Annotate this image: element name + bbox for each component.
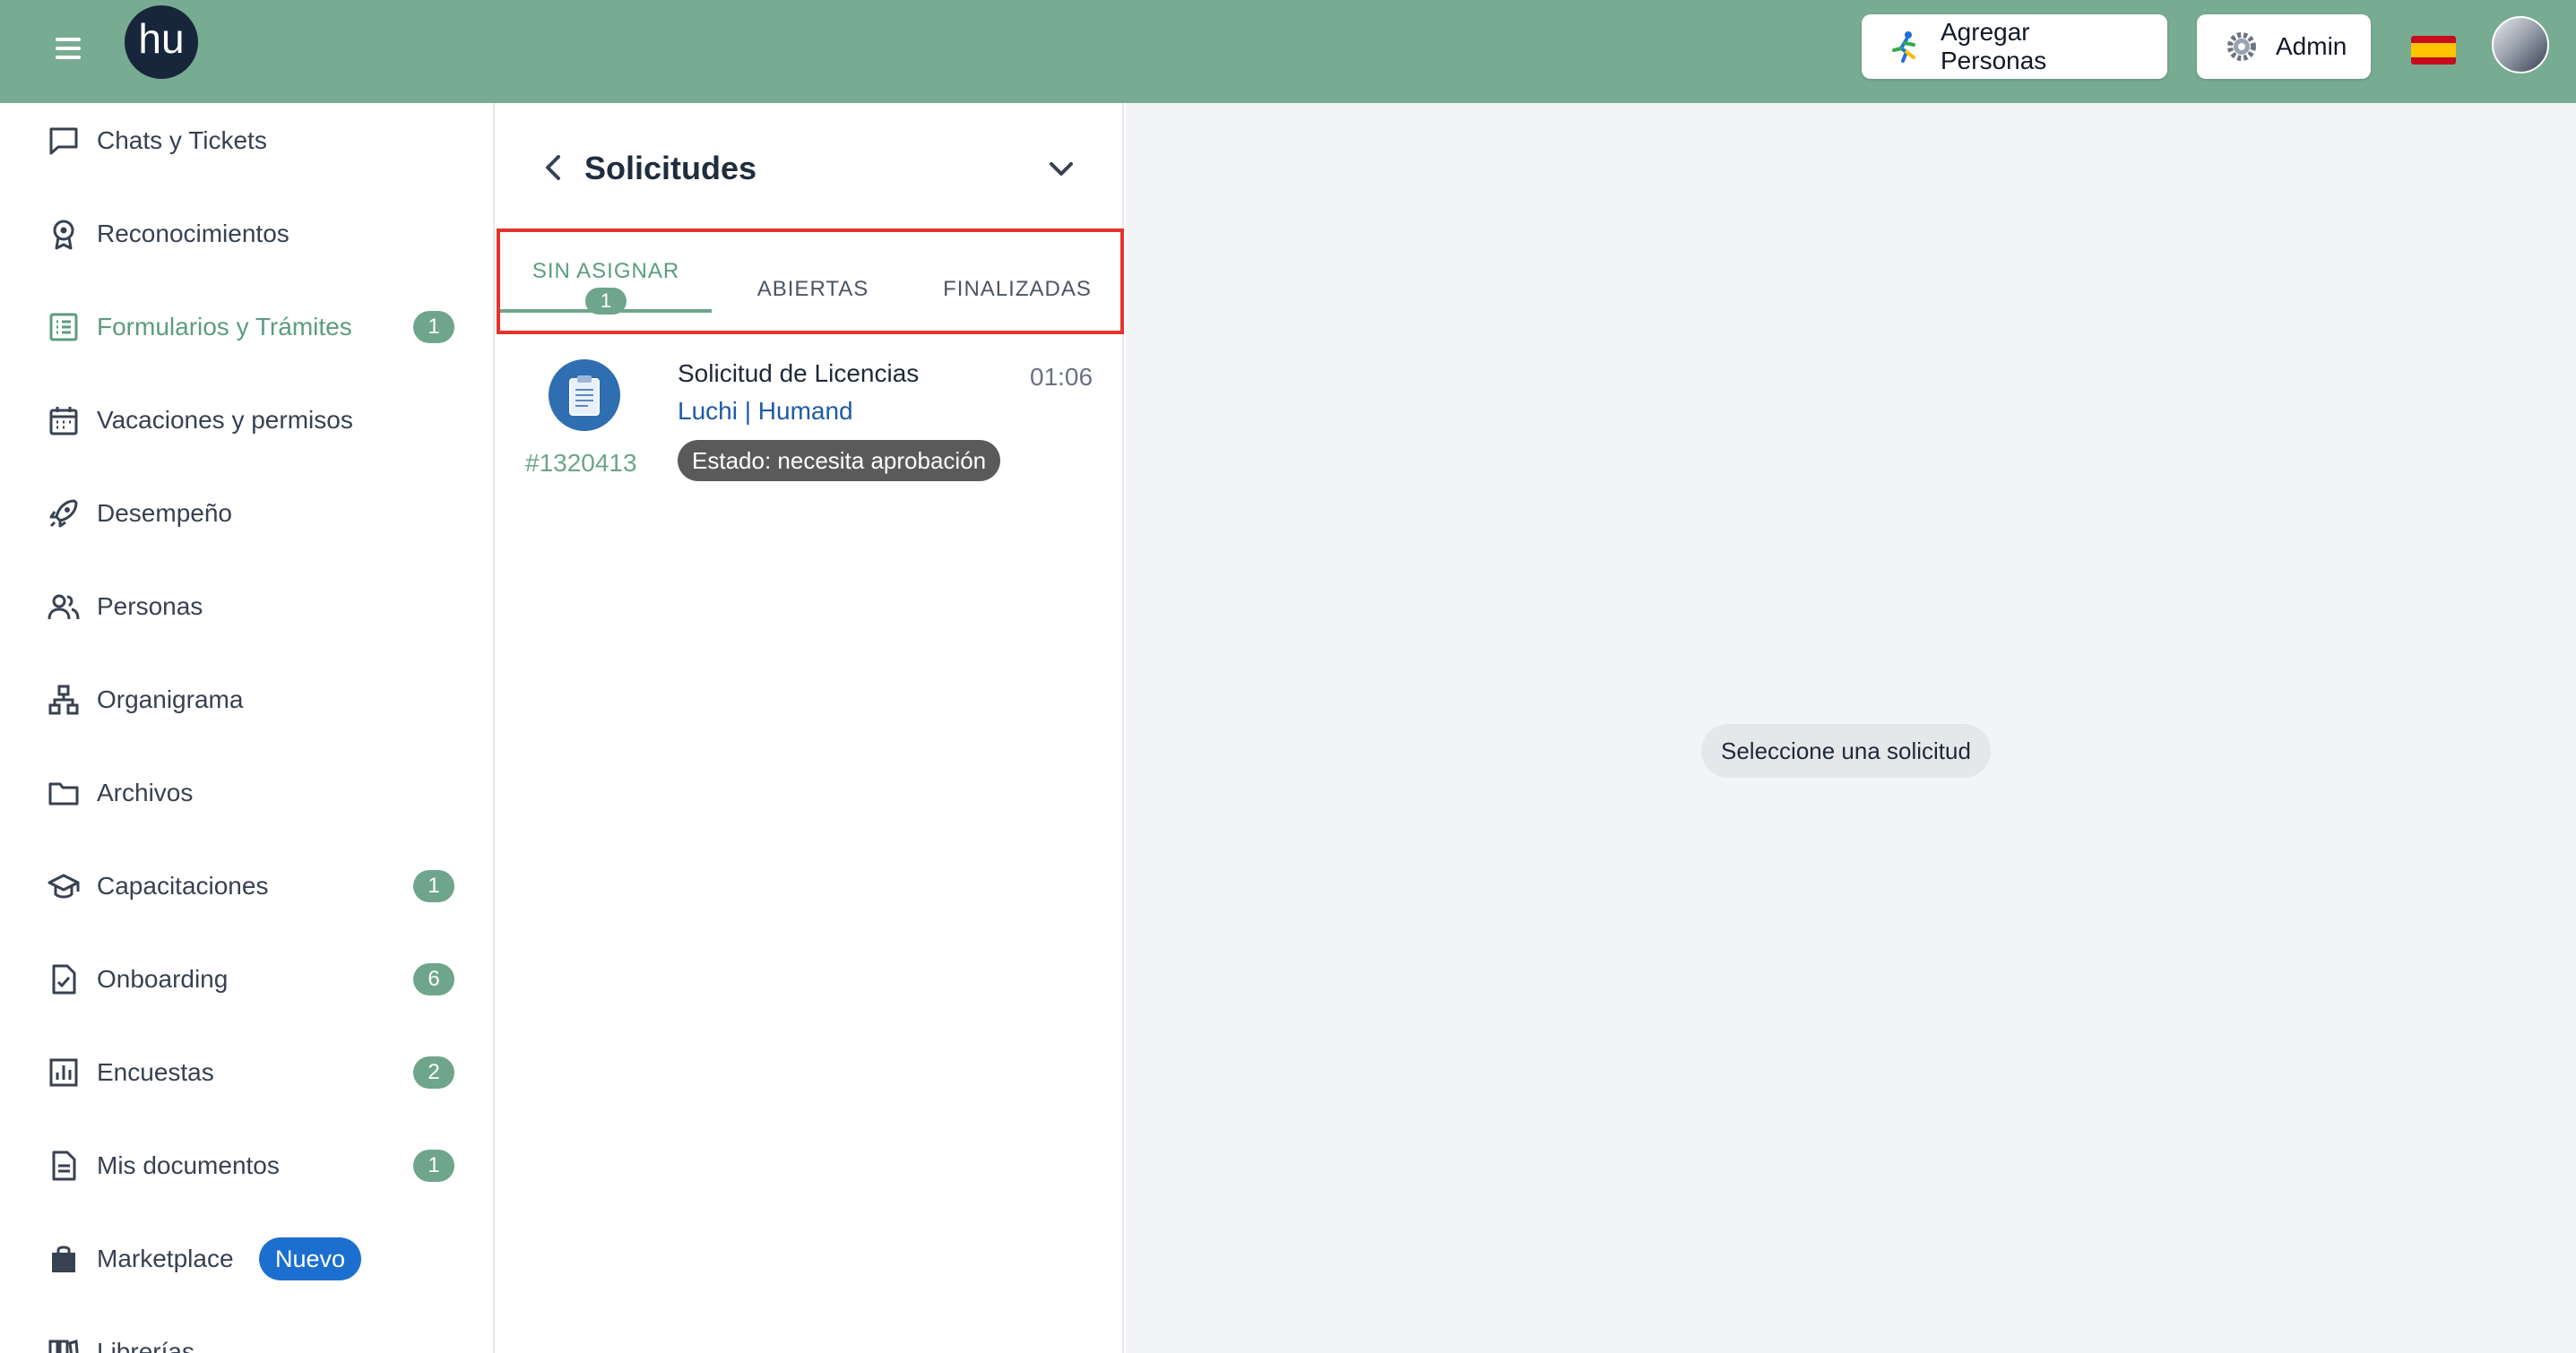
empty-state-message: Seleccione una solicitud (1701, 724, 1991, 778)
add-people-button[interactable]: Agregar Personas (1862, 14, 2167, 79)
requests-panel: Solicitudes SIN ASIGNAR 1 ABIERTAS FINAL… (497, 103, 1124, 1353)
sidebar-item-label: Mis documentos (97, 1151, 280, 1179)
graduation-cap-icon (47, 869, 81, 903)
tab-label: ABIERTAS (756, 277, 869, 301)
rocket-icon (47, 496, 81, 530)
active-tab-indicator (500, 309, 712, 313)
request-list-item[interactable]: #1320413 Solicitud de Licencias Luchi | … (497, 345, 1124, 488)
admin-label: Admin (2276, 32, 2347, 60)
page-title: Solicitudes (584, 150, 757, 186)
add-people-label: Agregar Personas (1941, 18, 2047, 74)
admin-button[interactable]: Admin (2197, 14, 2371, 79)
document-icon (47, 1149, 81, 1183)
form-list-icon (47, 310, 81, 344)
request-time: 01:06 (1030, 363, 1094, 391)
sidebar-item-label: Formularios y Trámites (97, 313, 352, 340)
sidebar-item-label: Encuestas (97, 1058, 214, 1086)
user-avatar[interactable] (2492, 16, 2549, 73)
sidebar-item-formularios[interactable]: Formularios y Trámites 1 (0, 291, 493, 363)
sidebar: Chats y Tickets Reconocimientos Formular… (0, 103, 495, 1353)
sidebar-item-librerias[interactable]: Librerías (0, 1316, 493, 1353)
notification-badge: 2 (413, 1056, 454, 1089)
sidebar-item-label: Chats y Tickets (97, 126, 267, 154)
sidebar-item-label: Capacitaciones (97, 872, 269, 900)
document-check-icon (47, 962, 81, 996)
sidebar-item-label: Librerías (97, 1338, 194, 1353)
sidebar-item-label: Onboarding (97, 965, 229, 993)
request-title: Solicitud de Licencias (678, 359, 920, 387)
shopping-bag-icon (47, 1242, 81, 1276)
gear-icon (2224, 29, 2260, 65)
requests-header: Solicitudes (497, 103, 1124, 228)
sidebar-item-label: Archivos (97, 779, 194, 806)
sidebar-item-label: Vacaciones y permisos (97, 406, 353, 434)
sidebar-item-label: Reconocimientos (97, 220, 290, 247)
request-requester[interactable]: Luchi | Humand (678, 397, 853, 426)
tab-sin-asignar[interactable]: SIN ASIGNAR 1 (500, 232, 712, 331)
sidebar-item-marketplace[interactable]: Marketplace Nuevo (0, 1223, 493, 1295)
chevron-down-icon[interactable] (1043, 151, 1079, 187)
running-person-icon (1889, 29, 1924, 65)
folder-icon (47, 776, 81, 810)
menu-icon[interactable] (47, 27, 90, 70)
top-bar: hu Agregar Personas Admin (0, 0, 2576, 103)
sidebar-item-organigrama[interactable]: Organigrama (0, 664, 493, 736)
sidebar-item-vacaciones[interactable]: Vacaciones y permisos (0, 384, 493, 456)
notification-badge: 1 (413, 1150, 454, 1182)
clipboard-icon (549, 359, 620, 431)
library-icon (47, 1335, 81, 1353)
new-badge: Nuevo (259, 1237, 362, 1280)
sidebar-item-reconocimientos[interactable]: Reconocimientos (0, 198, 493, 270)
org-chart-icon (47, 683, 81, 717)
sidebar-item-mis-documentos[interactable]: Mis documentos 1 (0, 1130, 493, 1202)
bar-chart-icon (47, 1056, 81, 1090)
request-detail-area: Seleccione una solicitud (1126, 103, 2576, 1353)
tab-finalizadas[interactable]: FINALIZADAS (914, 232, 1120, 331)
sidebar-item-chats[interactable]: Chats y Tickets (0, 105, 493, 177)
people-icon (47, 590, 81, 624)
calendar-icon (47, 403, 81, 437)
sidebar-item-archivos[interactable]: Archivos (0, 757, 493, 829)
request-id: #1320413 (525, 449, 637, 477)
sidebar-item-label: Organigrama (97, 685, 244, 713)
spain-flag-icon[interactable] (2411, 36, 2456, 65)
sidebar-item-encuestas[interactable]: Encuestas 2 (0, 1037, 493, 1108)
sidebar-item-desempeno[interactable]: Desempeño (0, 478, 493, 549)
request-tabs: SIN ASIGNAR 1 ABIERTAS FINALIZADAS (497, 228, 1124, 334)
company-logo[interactable]: hu (125, 5, 198, 79)
award-icon (47, 217, 81, 251)
sidebar-item-label: Desempeño (97, 499, 232, 527)
sidebar-item-label: Marketplace (97, 1245, 234, 1272)
tab-label: FINALIZADAS (943, 277, 1092, 301)
sidebar-item-capacitaciones[interactable]: Capacitaciones 1 (0, 850, 493, 922)
chevron-left-icon[interactable] (536, 150, 572, 185)
sidebar-item-label: Personas (97, 592, 203, 620)
chat-icon (47, 124, 81, 158)
tab-label: SIN ASIGNAR (532, 259, 680, 283)
sidebar-item-onboarding[interactable]: Onboarding 6 (0, 944, 493, 1015)
tab-abiertas[interactable]: ABIERTAS (712, 232, 914, 331)
status-badge: Estado: necesita aprobación (678, 440, 1001, 481)
notification-badge: 6 (413, 963, 454, 995)
notification-badge: 1 (413, 870, 454, 902)
notification-badge: 1 (413, 311, 454, 343)
sidebar-item-personas[interactable]: Personas (0, 571, 493, 642)
